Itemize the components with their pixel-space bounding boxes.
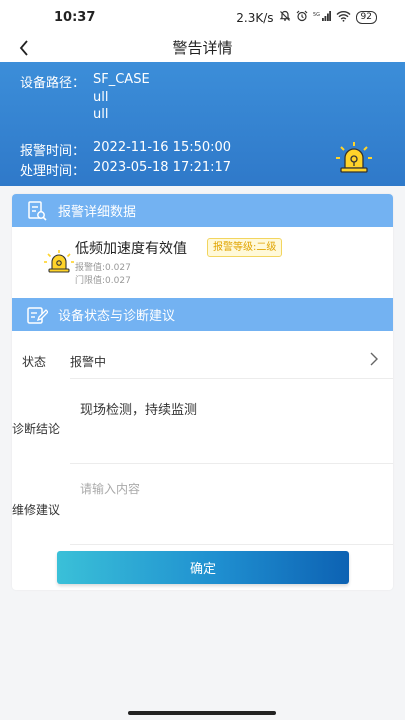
alarm-time-label: 报警时间： — [20, 144, 86, 159]
home-indicator — [128, 711, 276, 715]
svg-text:5G: 5G — [313, 12, 320, 18]
diagnosis-conclusion-text: 现场检测，持续监测 — [80, 403, 198, 418]
battery-icon: 92 — [355, 11, 377, 24]
chevron-right-icon[interactable] — [367, 350, 381, 368]
alarm-level-badge: 报警等级:二级 — [207, 238, 283, 257]
status-label: 状态 — [22, 355, 47, 369]
status-value[interactable]: 报警中 — [70, 353, 106, 370]
diagnosis-section-title: 设备状态与诊断建议 — [58, 309, 176, 324]
detail-card: 报警详细数据 低频加速度有效值 报警等级:二级 报警值:0.027 门限值:0.… — [12, 194, 393, 590]
diagnosis-section-header: 设备状态与诊断建议 — [12, 298, 393, 331]
status-icons: 2.3K/s 5G 92 — [236, 10, 377, 25]
wifi-icon — [336, 10, 351, 25]
alarm-clock-icon — [296, 10, 308, 25]
device-path-label: 设备路径： — [20, 76, 86, 91]
repair-suggestion-input[interactable] — [70, 474, 386, 504]
divider — [70, 544, 393, 545]
device-path-line-1: SF_CASE — [93, 72, 150, 87]
mute-icon — [279, 10, 291, 25]
edit-note-icon — [27, 306, 48, 324]
alarm-value: 报警值:0.027 — [75, 263, 131, 273]
process-time-label: 处理时间： — [20, 164, 86, 179]
alarm-detail-section-title: 报警详细数据 — [58, 205, 137, 220]
document-search-icon — [28, 200, 47, 221]
alarm-siren-icon — [336, 142, 372, 173]
page-title: 警告详情 — [172, 39, 233, 57]
repair-suggestion-label: 维修建议 — [12, 503, 61, 517]
divider — [70, 463, 393, 464]
device-path-line-2: ull — [93, 90, 109, 105]
status-time: 10:37 — [54, 10, 96, 25]
confirm-button[interactable]: 确定 — [57, 551, 349, 584]
alarm-detail-section-header: 报警详细数据 — [12, 194, 393, 227]
status-bar: 10:37 2.3K/s 5G 92 — [0, 0, 405, 34]
alarm-header: 设备路径： SF_CASE ull ull 报警时间： 2022-11-16 1… — [0, 62, 405, 186]
signal-icon: 5G — [313, 10, 331, 25]
process-time: 2023-05-18 17:21:17 — [93, 160, 232, 175]
threshold-value: 门限值:0.027 — [75, 276, 131, 286]
nav-bar: 警告详情 — [0, 34, 405, 62]
alarm-time: 2022-11-16 15:50:00 — [93, 140, 232, 155]
alarm-item-name: 低频加速度有效值 — [75, 241, 187, 257]
network-speed: 2.3K/s — [236, 10, 274, 25]
device-path-line-3: ull — [93, 107, 109, 122]
alarm-siren-icon — [44, 250, 74, 273]
divider — [70, 378, 393, 379]
diagnosis-conclusion-label: 诊断结论 — [12, 422, 61, 436]
